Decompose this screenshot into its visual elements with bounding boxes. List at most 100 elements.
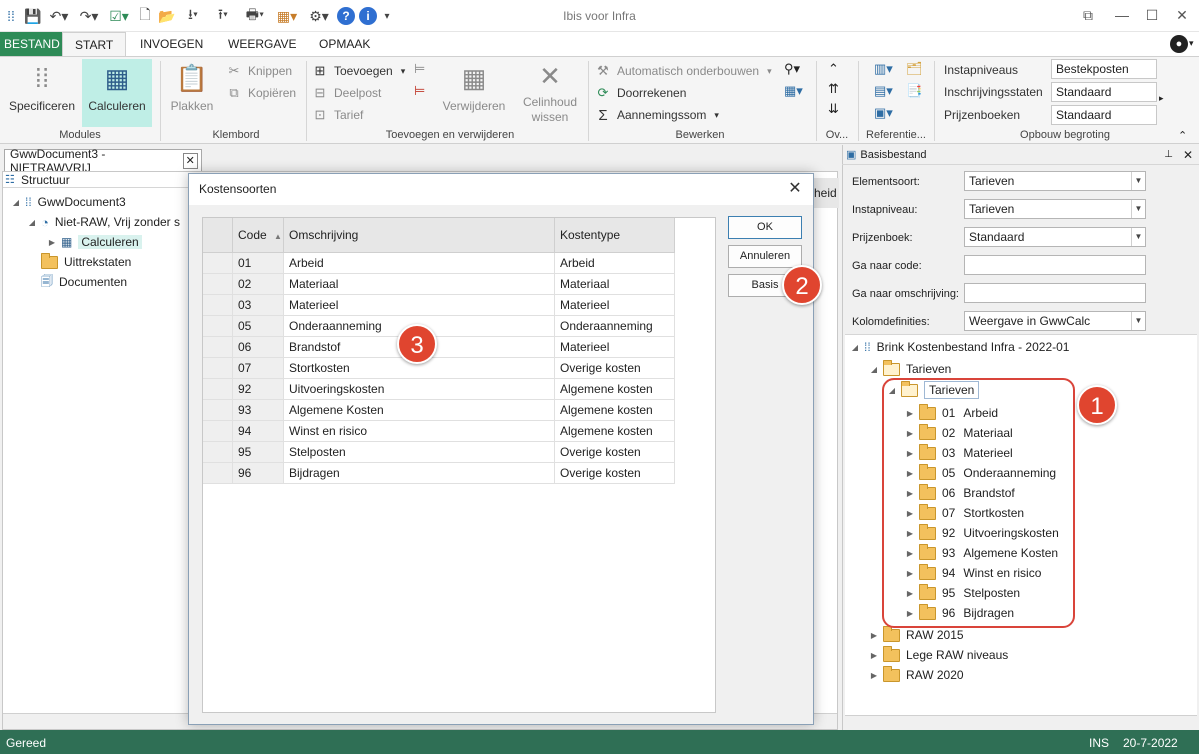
cell-kostentype[interactable]: Arbeid [555, 253, 675, 274]
prijzenboeken-field[interactable]: Standaard [1051, 105, 1157, 125]
annuleren-button[interactable]: Annuleren [728, 245, 802, 268]
cell-kostentype[interactable]: Materiaal [555, 274, 675, 295]
minimize-button[interactable]: — [1110, 4, 1134, 26]
ribbon-scroll-right-icon[interactable]: ▸ [1159, 93, 1164, 104]
cell-omschrijving[interactable]: Uitvoeringskosten [284, 379, 555, 400]
row-header[interactable] [203, 253, 233, 274]
cell-kostentype[interactable]: Overige kosten [555, 463, 675, 484]
cell-code[interactable]: 94 [233, 421, 284, 442]
table-row[interactable]: 02 Materiaal Materiaal [203, 274, 675, 295]
elementsoort-select[interactable]: Tarieven ▼ [964, 171, 1146, 191]
table-row[interactable]: 96 Bijdragen Overige kosten [203, 463, 675, 484]
row-header[interactable] [203, 463, 233, 484]
kolomdefinities-select[interactable]: Weergave in GwwCalc ▼ [964, 311, 1146, 331]
document-tab[interactable]: GwwDocument3 - NIETRAWVRIJ ✕ [4, 147, 202, 175]
cell-code[interactable]: 03 [233, 295, 284, 316]
plakken-button[interactable]: 📋 Plakken [166, 59, 218, 125]
cell-omschrijving[interactable]: Stelposten [284, 442, 555, 463]
cell-kostentype[interactable]: Materieel [555, 337, 675, 358]
tree-folder[interactable]: ▶ RAW 2015 [869, 625, 964, 645]
maximize-button[interactable]: ☐ [1140, 4, 1164, 26]
cell-kostentype[interactable]: Algemene kosten [555, 400, 675, 421]
cell-code[interactable]: 05 [233, 316, 284, 337]
binoculars-icon[interactable]: ⚲▾ [784, 61, 800, 77]
instapniveaus-field[interactable]: Bestekposten [1051, 59, 1157, 79]
cell-code[interactable]: 92 [233, 379, 284, 400]
tab-start[interactable]: START [62, 32, 127, 56]
panel-close-icon[interactable]: ✕ [1183, 148, 1193, 162]
cell-omschrijving[interactable]: Winst en risico [284, 421, 555, 442]
specificeren-button[interactable]: ⁞⁞ Specificeren [8, 59, 76, 125]
tarief-button[interactable]: ⊡ Tarief [312, 105, 364, 125]
double-up-icon[interactable]: ⇈ [828, 81, 839, 97]
tab-opmaak[interactable]: OPMAAK [307, 32, 382, 56]
collapse-icon[interactable]: ◢ [27, 218, 37, 227]
cell-code[interactable]: 06 [233, 337, 284, 358]
cell-omschrijving[interactable]: Materiaal [284, 274, 555, 295]
delete-row-icon[interactable]: ⊨ [414, 83, 425, 99]
table-row[interactable]: 01 Arbeid Arbeid [203, 253, 675, 274]
horizontal-scrollbar[interactable] [845, 715, 1197, 731]
cell-omschrijving[interactable]: Algemene Kosten [284, 400, 555, 421]
tree-item-uittrekstaten[interactable]: Uittrekstaten [41, 252, 131, 272]
tree-folder-tarieven[interactable]: ◢ Tarieven [869, 359, 951, 379]
tab-invoegen[interactable]: INVOEGEN [128, 32, 215, 56]
row-header[interactable] [203, 316, 233, 337]
cell-code[interactable]: 96 [233, 463, 284, 484]
table-row[interactable]: 94 Winst en risico Algemene kosten [203, 421, 675, 442]
row-header[interactable] [203, 400, 233, 421]
cell-kostentype[interactable]: Overige kosten [555, 442, 675, 463]
cell-kostentype[interactable]: Algemene kosten [555, 379, 675, 400]
double-down-icon[interactable]: ⇊ [828, 101, 839, 117]
reference-folder-icon[interactable]: 🗂 [906, 61, 923, 77]
expand-icon[interactable]: ▶ [47, 238, 57, 247]
deelpost-button[interactable]: ⊟ Deelpost [312, 83, 382, 103]
automatisch-onderbouwen-button[interactable]: ⚒ Automatisch onderbouwen ▾ [595, 61, 771, 81]
table-row[interactable]: 06 Brandstof Materieel [203, 337, 675, 358]
close-tab-icon[interactable]: ✕ [182, 152, 198, 169]
reference-columns-icon[interactable]: ▥▾ [874, 61, 893, 77]
table-row[interactable]: 95 Stelposten Overige kosten [203, 442, 675, 463]
collapse-icon[interactable]: ◢ [850, 343, 860, 352]
row-header[interactable] [203, 274, 233, 295]
collapse-icon[interactable]: ◢ [11, 198, 21, 207]
tab-bestand[interactable]: BESTAND [0, 32, 64, 56]
ga-naar-omschrijving-input[interactable] [964, 283, 1146, 303]
reference-settings-icon[interactable]: ▣▾ [874, 105, 893, 121]
tree-folder[interactable]: ▶ RAW 2020 [869, 665, 964, 685]
cell-kostentype[interactable]: Overige kosten [555, 358, 675, 379]
row-header[interactable] [203, 442, 233, 463]
tree-root-brink[interactable]: ◢ ⁞⁞ Brink Kostenbestand Infra - 2022-01 [850, 337, 1070, 357]
collapse-ribbon-icon[interactable]: ⌃ [1178, 129, 1187, 142]
aannemingssom-button[interactable]: Σ Aannemingssom ▾ [595, 105, 719, 125]
cell-code[interactable]: 01 [233, 253, 284, 274]
kopieren-button[interactable]: ⧉ Kopiëren [226, 83, 296, 103]
calculeren-button[interactable]: ▦ Calculeren [82, 59, 152, 127]
cell-kostentype[interactable]: Algemene kosten [555, 421, 675, 442]
table-row[interactable]: 03 Materieel Materieel [203, 295, 675, 316]
expand-icon[interactable]: ▶ [869, 671, 879, 680]
cell-omschrijving[interactable]: Arbeid [284, 253, 555, 274]
insert-child-icon[interactable]: ⊨ [414, 61, 425, 77]
collapse-icon[interactable]: ◢ [869, 365, 879, 374]
row-header[interactable] [203, 295, 233, 316]
collapse-up-icon[interactable]: ⌃ [828, 61, 839, 77]
celinhoud-wissen-button[interactable]: ✕ Celinhoud wissen [518, 59, 582, 125]
row-header[interactable] [203, 337, 233, 358]
tab-weergave[interactable]: WEERGAVE [216, 32, 308, 56]
row-header[interactable] [203, 379, 233, 400]
expand-icon[interactable]: ▶ [869, 631, 879, 640]
knippen-button[interactable]: ✂ Knippen [226, 61, 293, 81]
reference-book-icon[interactable]: 📑 [906, 83, 922, 99]
account-dropdown-icon[interactable]: ▾ [1189, 38, 1194, 49]
cell-code[interactable]: 02 [233, 274, 284, 295]
toevoegen-button[interactable]: ⊞ Toevoegen ▾ [312, 61, 406, 81]
tree-root[interactable]: ◢ ⁞⁞ GwwDocument3 [11, 192, 126, 212]
instapniveau-select[interactable]: Tarieven ▼ [964, 199, 1146, 219]
close-button[interactable]: ✕ [1170, 4, 1194, 26]
column-header-omschrijving[interactable]: Omschrijving [284, 218, 555, 253]
inschrijvingsstaten-field[interactable]: Standaard [1051, 82, 1157, 102]
cell-omschrijving[interactable]: Bijdragen [284, 463, 555, 484]
table-row[interactable]: 05 Onderaanneming Onderaanneming [203, 316, 675, 337]
tree-folder[interactable]: ▶ Lege RAW niveaus [869, 645, 1008, 665]
